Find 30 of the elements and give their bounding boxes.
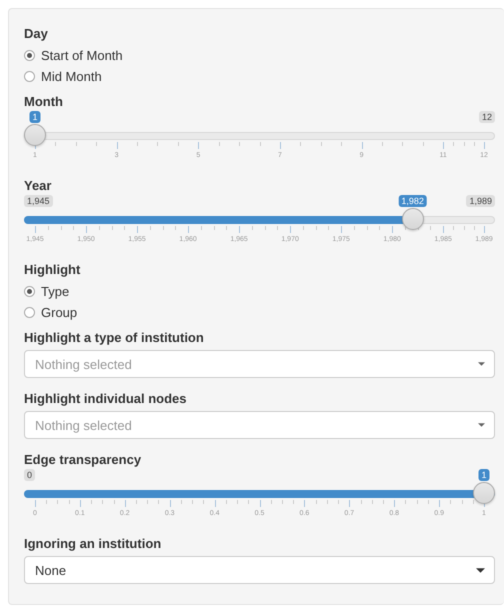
field-label: Edge transparency (24, 452, 142, 468)
slider-value-label: 1 (478, 469, 490, 481)
field-label: Year (24, 178, 52, 194)
slider-max-label: 1,989 (466, 195, 495, 207)
caret-icon (478, 362, 485, 366)
field-label: Highlight individual nodes (24, 391, 188, 407)
field-label: Highlight (24, 262, 82, 278)
slider-min-label: 1,945 (24, 195, 53, 207)
radio-button[interactable] (24, 286, 35, 297)
radio-label[interactable]: Type (41, 284, 70, 300)
slider-handle[interactable] (24, 124, 46, 146)
caret-icon (478, 423, 485, 427)
slider-value-label: 1,982 (398, 195, 427, 207)
field-label: Ignoring an institution (24, 536, 162, 552)
field-label: Month (24, 94, 64, 110)
slider-value-label: 1 (30, 111, 40, 123)
slider-handle[interactable] (473, 482, 495, 504)
slider-max-label: 12 (478, 111, 495, 123)
field-label: Highlight a type of institution (24, 330, 205, 346)
radio-button[interactable] (24, 307, 35, 318)
radio-label[interactable]: Group (41, 304, 78, 320)
radio-button[interactable] (24, 50, 35, 61)
slider-min-label: 0 (24, 469, 36, 481)
radio-label[interactable]: Mid Month (41, 68, 102, 84)
caret-icon (476, 568, 485, 572)
field-label: Day (24, 26, 49, 42)
radio-label[interactable]: Start of Month (41, 48, 123, 64)
slider-handle[interactable] (402, 208, 424, 230)
radio-button[interactable] (24, 71, 35, 82)
select-field[interactable]: None (24, 556, 495, 584)
